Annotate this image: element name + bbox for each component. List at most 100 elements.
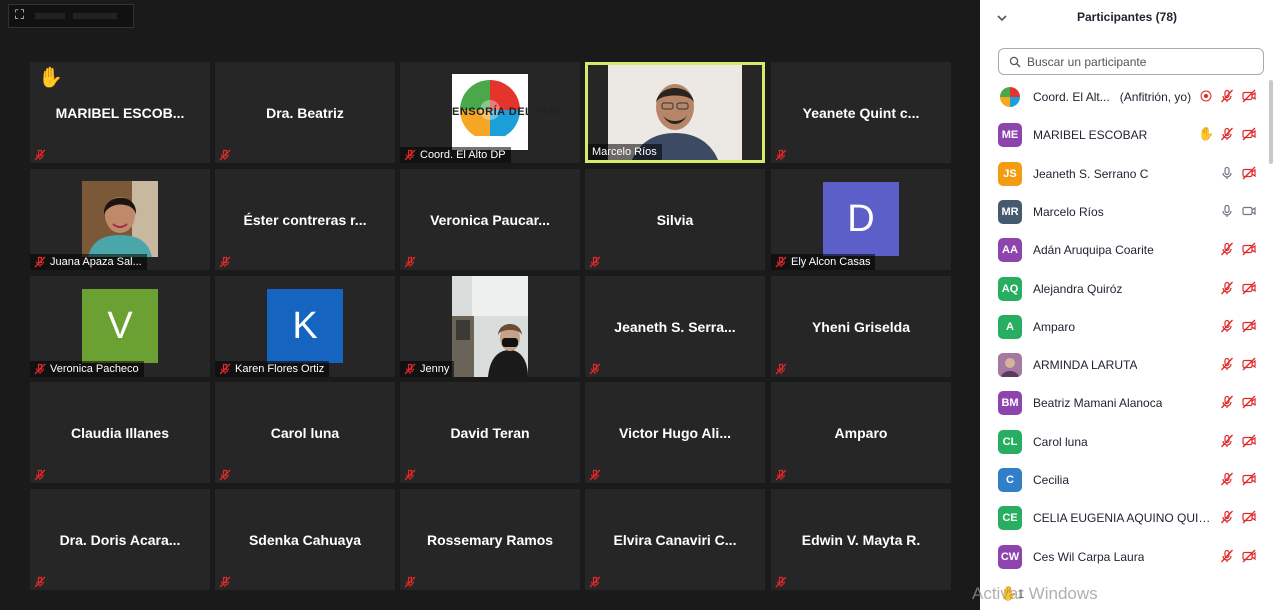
participant-tile[interactable]: Juana Apaza Sal...: [30, 169, 210, 270]
muted-mic-icon: [775, 148, 787, 161]
avatar: JS: [998, 161, 1022, 186]
muted-mic-icon[interactable]: [1220, 319, 1234, 333]
participant-row[interactable]: AQ Alejandra Quiróz: [980, 270, 1274, 308]
participant-tile[interactable]: David Teran: [400, 382, 580, 483]
participant-row[interactable]: CE CELIA EUGENIA AQUINO QUISB...: [980, 499, 1274, 537]
participant-search[interactable]: [998, 48, 1264, 75]
muted-mic-icon[interactable]: [1220, 434, 1234, 448]
participant-tile[interactable]: Marcelo Ríos: [585, 62, 765, 163]
avatar: CL: [998, 429, 1022, 454]
camera-off-icon[interactable]: [1242, 319, 1256, 333]
participant-tile[interactable]: D Ely Alcon Casas: [771, 169, 951, 270]
participant-name: Veronica Paucar...: [430, 211, 550, 228]
participant-name: Juana Apaza Sal...: [50, 256, 142, 268]
participant-tile[interactable]: Elvira Canaviri C...: [585, 489, 765, 590]
view-options-widget[interactable]: ⛶: [8, 4, 134, 28]
avatar: C: [998, 468, 1022, 492]
muted-mic-icon: [775, 468, 787, 481]
participant-tile[interactable]: Claudia Illanes: [30, 382, 210, 483]
camera-off-icon[interactable]: [1242, 242, 1256, 256]
muted-mic-icon[interactable]: [1220, 510, 1234, 524]
participant-tile[interactable]: Victor Hugo Ali...: [585, 382, 765, 483]
participant-name: Jeaneth S. Serra...: [614, 318, 736, 335]
participant-tile[interactable]: MARIBEL ESCOB... ✋: [30, 62, 210, 163]
muted-mic-icon[interactable]: [1220, 549, 1234, 563]
participant-tile[interactable]: Jeaneth S. Serra...: [585, 276, 765, 377]
participant-tile[interactable]: ENSORÍA DEL PUE Coord. El Alto DP: [400, 62, 580, 163]
participant-tile[interactable]: Amparo: [771, 382, 951, 483]
participant-name: Dra. Doris Acara...: [59, 531, 181, 548]
participant-tile[interactable]: Rossemary Ramos: [400, 489, 580, 590]
camera-off-icon[interactable]: [1242, 472, 1256, 486]
camera-off-icon[interactable]: [1242, 434, 1256, 448]
participant-tile[interactable]: Jenny: [400, 276, 580, 377]
participant-tile[interactable]: Sdenka Cahuaya: [215, 489, 395, 590]
muted-mic-icon[interactable]: [1220, 395, 1234, 409]
camera-off-icon[interactable]: [1242, 395, 1256, 409]
muted-mic-icon[interactable]: [1220, 242, 1234, 256]
avatar: BM: [998, 391, 1022, 416]
mic-icon[interactable]: [1220, 204, 1234, 218]
participant-name: MARIBEL ESCOBAR: [1033, 128, 1148, 143]
participant-row[interactable]: AA Adán Aruquipa Coarite: [980, 231, 1274, 269]
mic-icon[interactable]: [1220, 166, 1234, 180]
participant-name: MARIBEL ESCOB...: [55, 104, 185, 121]
camera-icon[interactable]: [1242, 204, 1256, 218]
participant-row[interactable]: MR Marcelo Ríos: [980, 193, 1274, 231]
participant-tile[interactable]: Veronica Paucar...: [400, 169, 580, 270]
muted-mic-icon: [589, 575, 601, 588]
participant-row[interactable]: C Cecilia: [980, 461, 1274, 499]
camera-off-icon[interactable]: [1242, 127, 1256, 141]
camera-off-icon[interactable]: [1242, 89, 1256, 103]
muted-mic-icon[interactable]: [1220, 472, 1234, 486]
participant-row[interactable]: ME MARIBEL ESCOBAR ✋: [980, 116, 1274, 154]
recording-icon: [1199, 89, 1213, 103]
participant-tile[interactable]: Dra. Doris Acara...: [30, 489, 210, 590]
participant-row[interactable]: CL Carol luna: [980, 423, 1274, 461]
participant-row[interactable]: Coord. El Alt... (Anfitrión, yo): [980, 78, 1274, 116]
muted-mic-icon[interactable]: [1220, 281, 1234, 295]
participant-tile[interactable]: V Veronica Pacheco: [30, 276, 210, 377]
participant-tile[interactable]: Carol luna: [215, 382, 395, 483]
participant-name-label: Ely Alcon Casas: [771, 254, 876, 270]
participant-tile[interactable]: Edwin V. Mayta R.: [771, 489, 951, 590]
muted-mic-icon: [775, 256, 787, 268]
participant-tile[interactable]: Dra. Beatriz: [215, 62, 395, 163]
participant-tile[interactable]: K Karen Flores Ortiz: [215, 276, 395, 377]
participant-tile[interactable]: Silvia: [585, 169, 765, 270]
participant-name: David Teran: [450, 424, 530, 441]
muted-mic-icon[interactable]: [1220, 357, 1234, 371]
participant-name-label: Jenny: [400, 361, 455, 377]
participant-row[interactable]: A Amparo: [980, 308, 1274, 346]
avatar: CW: [998, 544, 1022, 569]
camera-off-icon[interactable]: [1242, 166, 1256, 180]
participant-tile[interactable]: Yeanete Quint c...: [771, 62, 951, 163]
participant-tile[interactable]: Éster contreras r...: [215, 169, 395, 270]
grid-icon[interactable]: ⛶: [15, 8, 29, 22]
participant-name: Éster contreras r...: [243, 211, 367, 228]
camera-off-icon[interactable]: [1242, 510, 1256, 524]
participant-row[interactable]: CW Ces Wil Carpa Laura: [980, 538, 1274, 574]
muted-mic-icon: [34, 256, 46, 268]
muted-mic-icon: [404, 149, 416, 161]
scrollbar[interactable]: [1269, 80, 1273, 164]
muted-mic-icon: [589, 468, 601, 481]
avatar: D: [823, 182, 899, 256]
muted-mic-icon: [34, 363, 46, 375]
gallery-view: ⛶ MARIBEL ESCOB... ✋ Dra. Beatriz ENSORÍA D…: [0, 0, 980, 610]
muted-mic-icon[interactable]: [1220, 89, 1234, 103]
participant-row[interactable]: JS Jeaneth S. Serrano C: [980, 155, 1274, 193]
participant-name: Alejandra Quiróz: [1033, 281, 1123, 296]
search-input[interactable]: [1027, 54, 1257, 69]
participant-row[interactable]: ARMINDA LARUTA: [980, 346, 1274, 384]
muted-mic-icon[interactable]: [1220, 127, 1234, 141]
participant-row[interactable]: BM Beatriz Mamani Alanoca: [980, 384, 1274, 422]
participant-tile[interactable]: Yheni Griselda: [771, 276, 951, 377]
muted-mic-icon: [589, 362, 601, 375]
camera-off-icon[interactable]: [1242, 357, 1256, 371]
camera-off-icon[interactable]: [1242, 549, 1256, 563]
muted-mic-icon: [219, 255, 231, 268]
participant-name-label: Marcelo Ríos: [588, 144, 662, 160]
camera-off-icon[interactable]: [1242, 281, 1256, 295]
participant-name: Amparo: [834, 424, 888, 441]
